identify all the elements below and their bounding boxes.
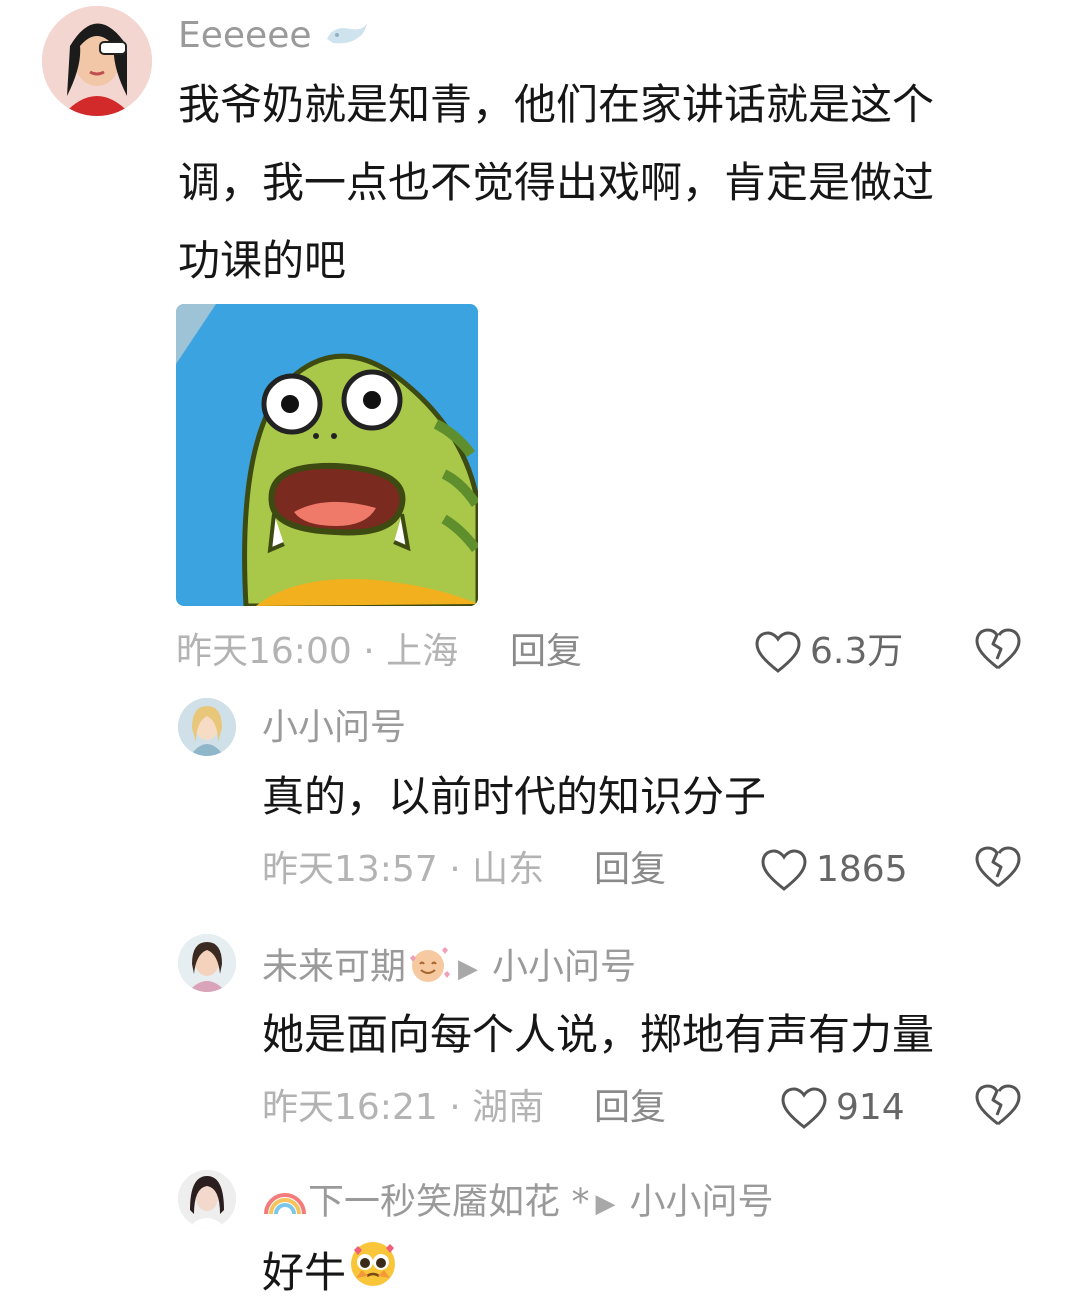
like-count: 914 [836, 1087, 905, 1128]
like-count: 1865 [816, 849, 908, 890]
comment-meta: 昨天16:00 · 上海 [176, 631, 459, 672]
smiling-hearts-emoji-icon [406, 944, 452, 993]
like-count: 6.3万 [810, 631, 904, 672]
broken-heart-icon [975, 1084, 1021, 1126]
sticker-image[interactable] [176, 304, 478, 606]
like-button[interactable]: 6.3万 [754, 630, 903, 674]
reply-button[interactable]: 回复 [510, 632, 582, 672]
reply-arrow-icon: ▶ [595, 1188, 616, 1219]
dislike-button[interactable] [974, 626, 1022, 676]
like-button[interactable]: 1865 [760, 848, 908, 892]
broken-heart-icon [975, 628, 1021, 670]
heart-icon [755, 631, 801, 673]
dislike-button[interactable] [974, 844, 1022, 894]
heart-icon [781, 1087, 827, 1129]
user-avatar[interactable] [178, 1170, 236, 1228]
username[interactable]: 小小问号 [262, 708, 406, 748]
comment-text-line: 调，我一点也不觉得出戏啊，肯定是做过 [178, 158, 935, 207]
comment-text: 她是面向每个人说，掷地有声有力量 [262, 1010, 935, 1059]
reply-button[interactable]: 回复 [594, 850, 666, 890]
user-avatar[interactable] [178, 698, 236, 756]
reply-arrow-icon: ▶ [458, 953, 479, 984]
pleading-face-emoji-icon [346, 1237, 400, 1315]
comment-text-line: 功课的吧 [178, 236, 347, 285]
user-avatar[interactable] [42, 6, 152, 116]
reply-button[interactable]: 回复 [594, 1088, 666, 1128]
comment-text: 好牛 [262, 1248, 347, 1297]
dislike-button[interactable] [974, 1082, 1022, 1132]
username[interactable]: 下一秒笑靥如花 * [308, 1182, 589, 1223]
like-button[interactable]: 914 [780, 1086, 905, 1130]
comment-text-line: 我爷奶就是知青，他们在家讲话就是这个 [178, 80, 935, 129]
broken-heart-icon [975, 846, 1021, 888]
username[interactable]: Eeeeee [178, 15, 312, 56]
rainbow-emoji-icon [262, 1182, 308, 1225]
username[interactable]: 未来可期 [262, 947, 406, 988]
comment-text: 真的，以前时代的知识分子 [262, 772, 767, 821]
reply-to-username[interactable]: 小小问号 [492, 947, 636, 988]
comment-meta: 昨天16:21 · 湖南 [262, 1087, 545, 1128]
whale-badge-icon [323, 17, 371, 58]
heart-icon [761, 849, 807, 891]
reply-to-username[interactable]: 小小问号 [629, 1182, 773, 1223]
user-avatar[interactable] [178, 934, 236, 992]
comment-meta: 昨天13:57 · 山东 [262, 849, 545, 890]
